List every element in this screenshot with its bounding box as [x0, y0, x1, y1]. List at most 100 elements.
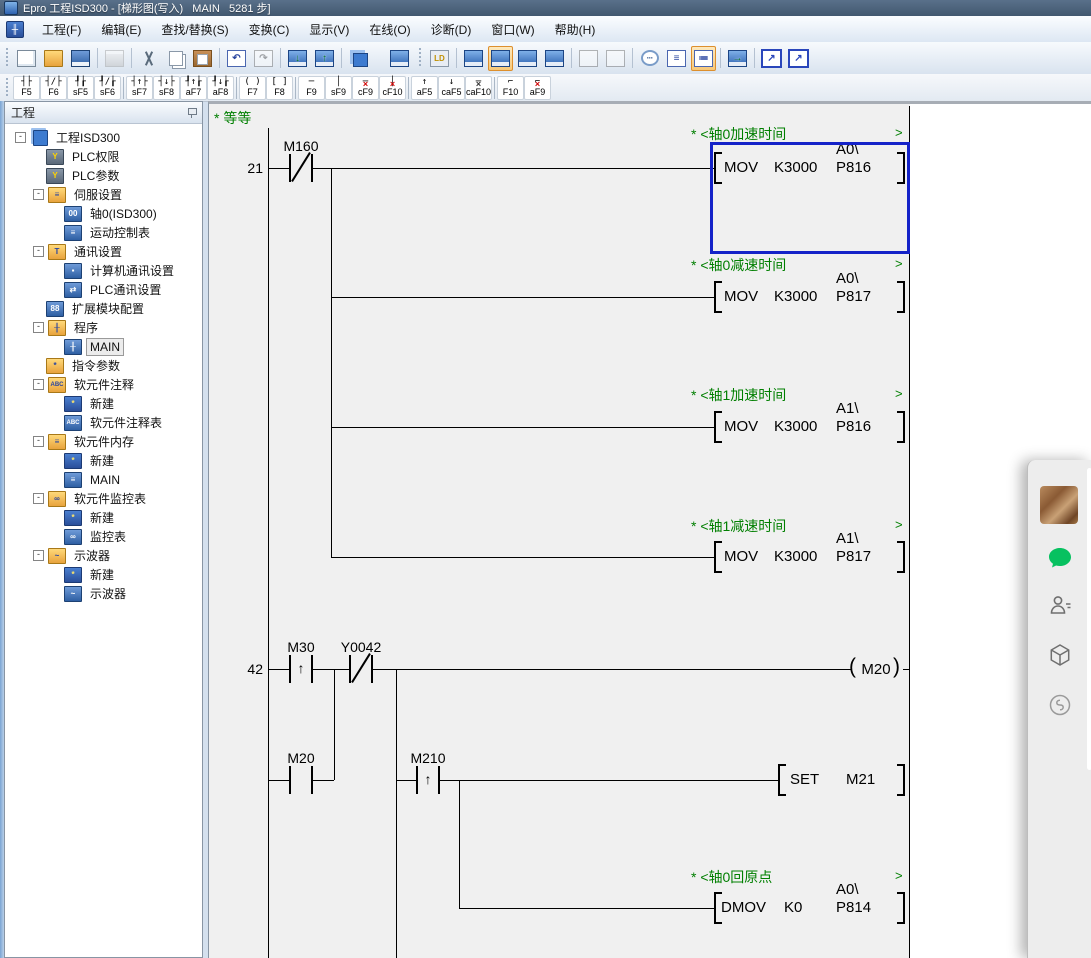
comment-axis1-decel[interactable]: * <轴1减速时间: [691, 516, 786, 536]
write-to-plc-button[interactable]: ↓: [285, 46, 310, 71]
toolbar-grip[interactable]: [417, 48, 422, 68]
tree-item-18-row[interactable]: ≡MAIN: [5, 470, 202, 489]
tree-item-20-row[interactable]: *新建: [5, 508, 202, 527]
ladder-symbol-f10[interactable]: ⌐F10: [497, 76, 524, 100]
device-display-button[interactable]: →: [725, 46, 750, 71]
remote-operation-button[interactable]: [387, 46, 412, 71]
new-project-button[interactable]: [14, 46, 39, 71]
ladder-symbol-f6[interactable]: ┤/├F6: [40, 76, 67, 100]
menu-item-6[interactable]: 诊断(D): [421, 17, 482, 42]
comment-axis0-decel[interactable]: * <轴0减速时间: [691, 255, 786, 275]
tree-item-19-row[interactable]: -∞软元件监控表: [5, 489, 202, 508]
menu-item-5[interactable]: 在线(O): [359, 17, 420, 42]
toolbar-grip[interactable]: [4, 78, 9, 98]
menu-item-1[interactable]: 编辑(E): [91, 17, 151, 42]
menu-item-2[interactable]: 查找/替换(S): [151, 17, 238, 42]
expand-collapse-icon[interactable]: -: [15, 132, 26, 143]
comment-axis0-home[interactable]: * <轴0回原点: [691, 867, 772, 887]
cut-button[interactable]: [136, 46, 161, 71]
undo-button[interactable]: ↶: [224, 46, 249, 71]
dock-scrollbar[interactable]: [1087, 468, 1091, 770]
copy-button[interactable]: [163, 46, 188, 71]
tree-item-3-row[interactable]: -≡伺服设置: [5, 185, 202, 204]
write-mode-button[interactable]: [488, 46, 513, 71]
open-window-button[interactable]: ↗: [759, 46, 784, 71]
ladder-symbol-cf10[interactable]: │cF10×: [379, 76, 406, 100]
avatar[interactable]: [1040, 486, 1078, 524]
menu-item-0[interactable]: 工程(F): [32, 17, 91, 42]
verify-with-plc-button[interactable]: [346, 46, 371, 71]
tree-item-17-row[interactable]: *新建: [5, 451, 202, 470]
tree-item-10-row[interactable]: -╫程序: [5, 318, 202, 337]
read-from-plc-button[interactable]: ↑: [312, 46, 337, 71]
tree-item-24-row[interactable]: ~示波器: [5, 584, 202, 603]
contact-m30[interactable]: [289, 655, 313, 683]
paste-button[interactable]: [190, 46, 215, 71]
tree-item-5-row[interactable]: ≡运动控制表: [5, 223, 202, 242]
ladder-symbol-f5[interactable]: ┤├F5: [13, 76, 40, 100]
comment-axis0-accel[interactable]: * <轴0加速时间: [691, 124, 786, 144]
start-monitor-button[interactable]: [576, 46, 601, 71]
tree-item-8-row[interactable]: ⇄PLC通讯设置: [5, 280, 202, 299]
contact-m160[interactable]: [289, 154, 313, 182]
expand-collapse-icon[interactable]: -: [33, 493, 44, 504]
ladder-editor[interactable]: * 等等 21 M160 * <轴0加速时间 > * <轴0减速时间 > * <…: [208, 101, 1091, 958]
ladder-symbol-af5[interactable]: ↑aF5: [411, 76, 438, 100]
cascade-window-button[interactable]: ↗: [786, 46, 811, 71]
ladder-symbol-f7[interactable]: ( )F7: [239, 76, 266, 100]
tree-item-1-row[interactable]: YPLC权限: [5, 147, 202, 166]
expand-collapse-icon[interactable]: -: [33, 379, 44, 390]
expand-collapse-icon[interactable]: -: [33, 322, 44, 333]
tree-item-16-row[interactable]: -≡软元件内存: [5, 432, 202, 451]
ladder-symbol-af7[interactable]: ┦↑┟aF7: [180, 76, 207, 100]
expand-collapse-icon[interactable]: -: [33, 436, 44, 447]
tree-item-22-row[interactable]: -~示波器: [5, 546, 202, 565]
tree-item-7-row[interactable]: ▪计算机通讯设置: [5, 261, 202, 280]
tree-item-15-row[interactable]: ABC软元件注释表: [5, 413, 202, 432]
ladder-symbol-af9[interactable]: ⌐aF9×: [524, 76, 551, 100]
ladder-symbol-sf7[interactable]: ┤↑├sF7: [126, 76, 153, 100]
moments-link-icon[interactable]: [1046, 691, 1074, 719]
monitor-write-mode-button[interactable]: [515, 46, 540, 71]
tree-item-4-row[interactable]: 00轴0(ISD300): [5, 204, 202, 223]
menu-item-3[interactable]: 变换(C): [239, 17, 300, 42]
ladder-symbol-sf8[interactable]: ┤↓├sF8: [153, 76, 180, 100]
tree-item-12-row[interactable]: *指令参数: [5, 356, 202, 375]
ladder-symbol-cf9[interactable]: ─cF9×: [352, 76, 379, 100]
menu-item-8[interactable]: 帮助(H): [545, 17, 606, 42]
ladder-symbol-f8[interactable]: [ ]F8: [266, 76, 293, 100]
tree-item-2-row[interactable]: YPLC参数: [5, 166, 202, 185]
print-button[interactable]: [102, 46, 127, 71]
monitor-mode-button[interactable]: [461, 46, 486, 71]
tree-item-13-row[interactable]: -ABC软元件注释: [5, 375, 202, 394]
tree-item-6-row[interactable]: -T通讯设置: [5, 242, 202, 261]
tree-item-9-row[interactable]: 88扩展模块配置: [5, 299, 202, 318]
miniprogram-cube-icon[interactable]: [1046, 641, 1074, 669]
tree-item-11-selected[interactable]: ╫MAIN: [5, 337, 202, 356]
pin-icon[interactable]: [187, 108, 196, 117]
ladder-symbol-af8[interactable]: ┦↓┟aF8: [207, 76, 234, 100]
monitor-edit-button[interactable]: [542, 46, 567, 71]
expand-collapse-icon[interactable]: -: [33, 246, 44, 257]
chat-icon[interactable]: [1046, 544, 1074, 572]
ladder-symbol-sf9[interactable]: │sF9: [325, 76, 352, 100]
ladder-symbol-f9[interactable]: ─F9: [298, 76, 325, 100]
mdi-child-icon[interactable]: ╫: [6, 21, 24, 38]
ladder-logic-test-button[interactable]: LD: [427, 46, 452, 71]
expand-collapse-icon[interactable]: -: [33, 550, 44, 561]
menu-item-7[interactable]: 窗口(W): [481, 17, 544, 42]
note-button[interactable]: ≔: [691, 46, 716, 71]
tree-item-21-row[interactable]: ∞监控表: [5, 527, 202, 546]
contact-m20[interactable]: [289, 766, 313, 794]
menu-item-4[interactable]: 显示(V): [299, 17, 359, 42]
contacts-icon[interactable]: [1046, 591, 1074, 619]
save-project-button[interactable]: [68, 46, 93, 71]
tree-item-0-row[interactable]: -工程ISD300: [5, 128, 202, 147]
ladder-symbol-caf10[interactable]: ─caF10×: [465, 76, 492, 100]
stop-monitor-button[interactable]: [603, 46, 628, 71]
device-comment-button[interactable]: ···: [637, 46, 662, 71]
tree-item-14-row[interactable]: *新建: [5, 394, 202, 413]
open-project-button[interactable]: [41, 46, 66, 71]
section-comment[interactable]: * 等等: [214, 108, 251, 128]
ladder-symbol-sf6[interactable]: ┦/┟sF6: [94, 76, 121, 100]
